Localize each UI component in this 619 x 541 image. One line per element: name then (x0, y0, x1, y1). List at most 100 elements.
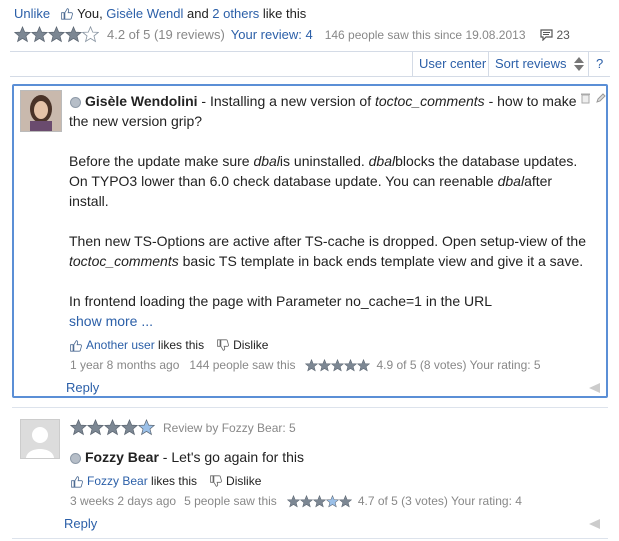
comment2-title: Fozzy Bear - Let's go again for this (70, 447, 304, 467)
comment-bubble-icon (539, 28, 553, 41)
star-icon[interactable] (287, 495, 300, 508)
sort-reviews-button[interactable]: Sort reviews (488, 52, 593, 76)
comment1-meta-row: 1 year 8 months ago 144 people saw this … (70, 358, 541, 372)
online-dot-icon (70, 96, 81, 108)
star-icon (121, 419, 138, 436)
p1-line2-a: On TYPO3 lower than 6.0 check database u… (69, 173, 498, 189)
like-and-text: and (183, 6, 213, 21)
comment1-rating-text: 4.9 of 5 (8 votes) Your rating: 5 (376, 358, 541, 372)
trash-icon[interactable] (580, 92, 591, 104)
star-icon[interactable] (65, 26, 82, 43)
comment1-dislike-button[interactable]: Dislike (233, 338, 268, 352)
like-person-link[interactable]: Gisèle Wendl (106, 6, 183, 21)
overall-rating-stars[interactable] (14, 26, 99, 43)
comment1-title-em: toctoc_comments (374, 93, 485, 109)
star-icon (138, 419, 155, 436)
comment1-likes-suffix: likes this (154, 338, 205, 352)
comment2-like-row: Fozzy Bear likes this Dislike (70, 474, 261, 488)
thumbs-up-icon[interactable] (70, 475, 83, 488)
like-others-link[interactable]: 2 others (212, 6, 259, 21)
p1-em3: dbal (497, 173, 525, 189)
bottom-divider (12, 538, 608, 539)
comment1-seen: 144 people saw this (189, 358, 296, 372)
seen-count-text: 146 people saw this since 19.08.2013 (324, 27, 526, 42)
comment2-rating-text: 4.7 of 5 (3 votes) Your rating: 4 (357, 494, 522, 508)
comment1-rating-stars[interactable] (305, 359, 370, 372)
online-dot-icon (70, 452, 81, 464)
star-icon[interactable] (305, 359, 318, 372)
p2-em: toctoc_comments (69, 253, 179, 269)
comment2-liker-link[interactable]: Fozzy Bear (87, 474, 148, 488)
thumbs-down-icon[interactable] (209, 475, 222, 488)
star-icon (70, 419, 87, 436)
p1-text-c: blocks the database updates. (395, 153, 578, 169)
star-icon (87, 419, 104, 436)
comment1-title-prefix: - Installing a new version of (197, 93, 375, 109)
comment1-title-line2: the new version grip? (69, 113, 203, 129)
star-icon (104, 419, 121, 436)
comment1-time: 1 year 8 months ago (70, 358, 180, 372)
avatar-placeholder[interactable] (20, 419, 60, 459)
top-rating-row: 4.2 of 5 (19 reviews) Your review: 4 146… (14, 26, 570, 43)
comment1-paragraph3: In frontend loading the page with Parame… (69, 293, 493, 309)
comment2-review-by: Review by Fozzy Bear: 5 (163, 420, 296, 435)
comment1-liker-link[interactable]: Another user (86, 338, 155, 352)
edit-pencil-icon[interactable] (595, 92, 606, 104)
thumbs-up-icon (60, 7, 73, 20)
star-icon[interactable] (48, 26, 65, 43)
reply-arrow-icon[interactable] (588, 382, 601, 394)
star-icon[interactable] (14, 26, 31, 43)
show-more-link[interactable]: show more ... (69, 311, 153, 331)
comment1-title-suffix: - how to make (484, 93, 577, 109)
like-suffix-text: like this (259, 6, 307, 21)
star-icon[interactable] (339, 495, 352, 508)
comment1-author[interactable]: Gisèle Wendolini (85, 93, 198, 109)
star-icon[interactable] (326, 495, 339, 508)
p1-em2: dbal (368, 153, 396, 169)
sort-reviews-label: Sort reviews (495, 56, 567, 71)
comment2-likes-suffix: likes this (147, 474, 198, 488)
overall-rating-text: 4.2 of 5 (19 reviews) (107, 27, 225, 42)
star-icon[interactable] (300, 495, 313, 508)
sort-arrows-icon (573, 57, 584, 71)
comment1-paragraph1: Before the update make sure dbalis unins… (69, 151, 589, 211)
unlike-link[interactable]: Unlike (14, 6, 50, 21)
comment2-dislike-button[interactable]: Dislike (226, 474, 261, 488)
comment2-author[interactable]: Fozzy Bear (85, 449, 159, 465)
comment2-reply-button[interactable]: Reply (64, 516, 97, 531)
comment2-meta-row: 3 weeks 2 days ago 5 people saw this 4.7… (70, 494, 522, 508)
star-icon[interactable] (313, 495, 326, 508)
reply-arrow-icon[interactable] (588, 518, 601, 530)
like-you-text: You, (77, 6, 107, 21)
avatar-photo[interactable] (20, 90, 62, 132)
comment-count[interactable]: 23 (539, 28, 570, 42)
p1-line3: install. (69, 193, 109, 209)
p2-line2: basic TS template in back ends template … (178, 253, 584, 269)
comment1-reply-button[interactable]: Reply (66, 380, 99, 395)
star-icon[interactable] (357, 359, 370, 372)
comment1-title: Gisèle Wendolini - Installing a new vers… (70, 91, 582, 111)
comment2-rating-stars[interactable] (287, 495, 352, 508)
star-icon[interactable] (331, 359, 344, 372)
comment2-time: 3 weeks 2 days ago (70, 494, 177, 508)
user-center-button[interactable]: User center (412, 52, 492, 76)
p2-line1: Then new TS-Options are active after TS-… (69, 233, 586, 249)
sort-toolbar: User center Sort reviews ? (10, 51, 610, 77)
comment1-like-row: Another user likes this Dislike (69, 338, 268, 352)
comment2-review-stars (70, 419, 155, 436)
p1-line2-b: after (524, 173, 553, 189)
comment2-seen: 5 people saw this (184, 494, 277, 508)
star-icon[interactable] (31, 26, 48, 43)
thumbs-up-icon[interactable] (69, 339, 82, 352)
top-like-row: Unlike You, Gisèle Wendl and 2 others li… (14, 6, 306, 21)
comment-divider (12, 407, 608, 408)
your-review-link[interactable]: Your review: 4 (231, 27, 313, 42)
p1-text-a: Before the update make sure (69, 153, 254, 169)
star-icon[interactable] (82, 26, 99, 43)
star-icon[interactable] (344, 359, 357, 372)
p1-em1: dbal (253, 153, 280, 169)
star-icon[interactable] (318, 359, 331, 372)
help-button[interactable]: ? (588, 52, 610, 76)
thumbs-down-icon[interactable] (216, 339, 229, 352)
comment2-text: - Let's go again for this (158, 449, 305, 465)
